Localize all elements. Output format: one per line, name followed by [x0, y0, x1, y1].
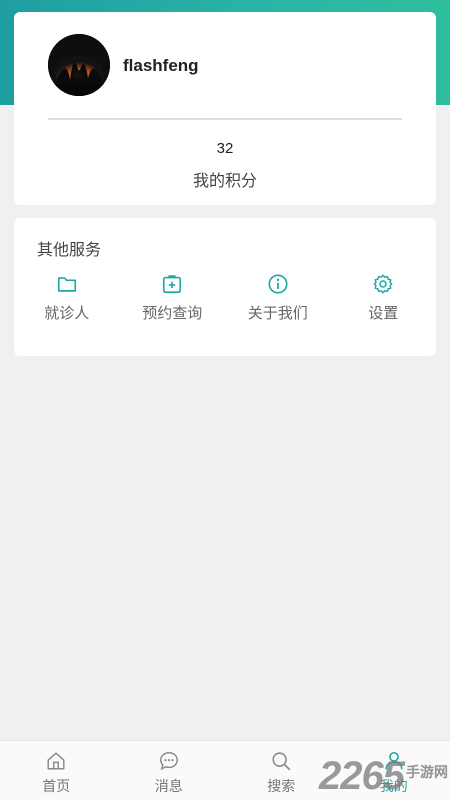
gear-icon	[373, 274, 393, 294]
service-label: 就诊人	[44, 304, 90, 322]
watermark-text: 手游网	[406, 765, 448, 781]
service-label: 预约查询	[142, 304, 203, 322]
service-about-us[interactable]: 关于我们	[225, 273, 331, 329]
avatar[interactable]	[48, 34, 110, 96]
points-value[interactable]: 32	[14, 140, 436, 157]
services-title: 其他服务	[37, 240, 102, 259]
tab-home[interactable]: 首页	[0, 741, 113, 800]
service-label: 关于我们	[247, 304, 308, 322]
info-icon	[268, 274, 288, 294]
service-appointment-query[interactable]: 预约查询	[120, 273, 226, 329]
service-label: 设置	[368, 304, 399, 322]
divider	[48, 118, 402, 120]
service-patients[interactable]: 就诊人	[14, 273, 120, 329]
home-icon	[47, 752, 65, 770]
chat-icon	[159, 752, 178, 771]
profile-card: flashfeng 32 我的积分	[14, 12, 436, 205]
tab-label: 首页	[42, 779, 71, 795]
username: flashfeng	[123, 56, 199, 75]
search-icon	[272, 752, 291, 771]
tab-label: 搜索	[267, 779, 296, 795]
services-card: 其他服务 就诊人 预约查询 关于我们 设置	[14, 218, 436, 356]
watermark-logo: 2265 手游网	[319, 756, 448, 796]
tab-label: 消息	[154, 779, 183, 795]
tab-messages[interactable]: 消息	[113, 741, 226, 800]
services-grid: 就诊人 预约查询 关于我们 设置	[14, 273, 436, 329]
watermark-number: 2265	[319, 754, 405, 798]
points-label[interactable]: 我的积分	[14, 167, 436, 191]
avatar-image	[48, 34, 110, 96]
service-settings[interactable]: 设置	[331, 273, 437, 329]
medical-kit-icon	[163, 275, 182, 294]
folder-icon	[57, 277, 76, 292]
